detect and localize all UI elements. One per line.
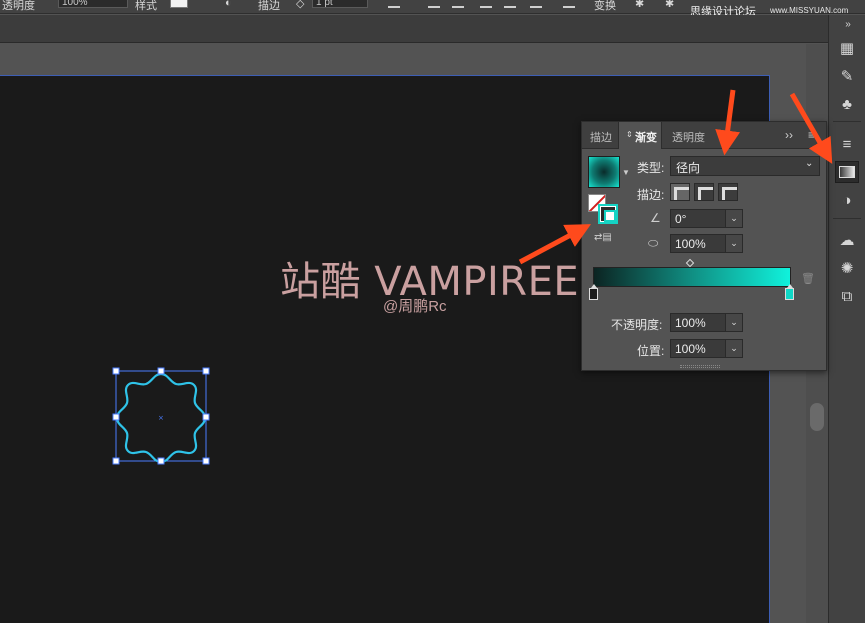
angle-icon: ∠ [650, 211, 661, 225]
handle-bottom-right[interactable] [202, 457, 210, 465]
gradient-panel: 描边 渐变 ⇕ 透明度 ›› ≡ ▼ ⇄▤ 类型: 径向 ⌄ 描边: ∠ 0° … [581, 121, 827, 371]
location-label: 位置: [637, 344, 665, 358]
handle-bottom[interactable] [157, 457, 165, 465]
align-right-icon[interactable] [452, 0, 464, 8]
angle-field[interactable]: 0° [670, 209, 726, 228]
center-point-icon: × [158, 414, 164, 422]
stroke-across-button[interactable] [718, 183, 738, 201]
gradient-stop-end[interactable] [785, 284, 794, 300]
location-dropdown-icon[interactable]: ⌄ [725, 339, 743, 358]
stop-opacity-field[interactable]: 100% [670, 313, 726, 332]
tab-stroke[interactable]: 描边 [590, 129, 612, 145]
artboard-author-text: @周鹏Rc [383, 298, 447, 315]
handle-left[interactable] [112, 413, 120, 421]
selected-shape[interactable]: × [110, 366, 214, 468]
handle-right[interactable] [202, 413, 210, 421]
type-dropdown-value: 径向 [676, 161, 701, 175]
opacity-field[interactable]: 100% [58, 0, 128, 8]
opacity-label: 不透明度: [611, 318, 663, 332]
handle-top-right[interactable] [202, 367, 210, 375]
panel-menu-icon[interactable]: ≡ [808, 128, 815, 142]
aspect-ratio-field[interactable]: 100% [670, 234, 726, 253]
tab-gradient-label: 渐变 [635, 132, 657, 144]
reverse-gradient-icon[interactable]: ⇄▤ [594, 232, 612, 246]
control-bar: 透明度 100% 样式 ◐ 描边 ◇ 1 pt 变换 ✱ ✱ 思缘设计论坛 ww… [0, 0, 865, 18]
gradient-stop-start[interactable] [589, 284, 598, 300]
edit-icon[interactable]: ✱ [665, 0, 674, 10]
stroke-within-button[interactable] [670, 183, 690, 201]
watermark-url: www.MISSYUAN.com [770, 6, 849, 15]
stroke-along-button[interactable] [694, 183, 714, 201]
document-tab-row [0, 15, 828, 43]
tab-transparency[interactable]: 透明度 [672, 129, 705, 145]
align-left-icon[interactable] [388, 0, 400, 8]
opacity-label: 透明度 [2, 0, 35, 12]
scrollbar-thumb[interactable] [810, 403, 824, 431]
gradient-fill-swatch[interactable] [588, 156, 620, 188]
panel-expand-icon[interactable]: ›› [785, 128, 793, 142]
tab-updown-icon: ⇕ [626, 130, 633, 139]
collapse-dock-icon[interactable]: » [837, 17, 859, 31]
wavy-circle-shape[interactable]: × [110, 366, 214, 468]
isolate-icon[interactable]: ✱ [635, 0, 644, 10]
type-dropdown[interactable]: 径向 ⌄ [670, 156, 820, 176]
stroke-swatch[interactable] [598, 204, 618, 224]
appearance-icon[interactable]: ✺ [835, 257, 859, 279]
stroke-stepper-icon[interactable]: ◇ [296, 0, 304, 10]
brush-icon[interactable]: ✎ [835, 65, 859, 87]
stroke-weight-field[interactable]: 1 pt [312, 0, 368, 8]
angle-dropdown-icon[interactable]: ⌄ [725, 209, 743, 228]
panel-tab-bar: 描边 渐变 ⇕ 透明度 ›› ≡ [582, 122, 826, 149]
stop-location-field[interactable]: 100% [670, 339, 726, 358]
gradient-panel-icon[interactable] [835, 161, 859, 183]
panel-dock: » ▦ ✎ ♣ ≡ ◑ ☁ ✺ ⧉ [828, 15, 865, 623]
style-swatch[interactable] [170, 0, 188, 8]
align-center-icon[interactable] [428, 0, 440, 8]
transform-label[interactable]: 变换 [594, 0, 616, 13]
align-bottom-icon[interactable] [530, 0, 542, 8]
transparency-icon[interactable]: ◑ [835, 189, 859, 211]
opacity-dropdown-icon[interactable]: ⌄ [725, 313, 743, 332]
stroke-panel-icon[interactable]: ≡ [835, 133, 859, 155]
align-middle-icon[interactable] [504, 0, 516, 8]
panel-resize-grip[interactable] [680, 365, 720, 368]
gradient-slider[interactable] [593, 267, 791, 287]
illustrator-window: 透明度 100% 样式 ◐ 描边 ◇ 1 pt 变换 ✱ ✱ 思缘设计论坛 ww… [0, 0, 865, 623]
tab-gradient[interactable]: 渐变 [618, 122, 662, 149]
handle-top[interactable] [157, 367, 165, 375]
delete-stop-icon[interactable]: 🗑 [801, 272, 815, 285]
distribute-icon[interactable] [563, 0, 575, 8]
align-top-icon[interactable] [480, 0, 492, 8]
handle-bottom-left[interactable] [112, 457, 120, 465]
creative-cloud-icon[interactable]: ☁ [835, 229, 859, 251]
recolor-icon[interactable]: ◐ [225, 0, 232, 9]
stroke-label: 描边: [637, 188, 665, 202]
aspect-ratio-icon: ⬭ [648, 236, 659, 250]
swatch-dropdown-icon[interactable]: ▼ [622, 168, 630, 177]
type-label: 类型: [637, 161, 665, 175]
style-label: 样式 [135, 0, 157, 12]
midpoint-diamond[interactable] [685, 258, 695, 268]
aspect-dropdown-icon[interactable]: ⌄ [725, 234, 743, 253]
stroke-label[interactable]: 描边 [258, 0, 280, 13]
chevron-down-icon: ⌄ [805, 158, 814, 169]
symbols-icon[interactable]: ♣ [835, 93, 859, 115]
handle-top-left[interactable] [112, 367, 120, 375]
libraries-icon[interactable]: ▦ [835, 37, 859, 59]
artboards-icon[interactable]: ⧉ [835, 285, 859, 307]
